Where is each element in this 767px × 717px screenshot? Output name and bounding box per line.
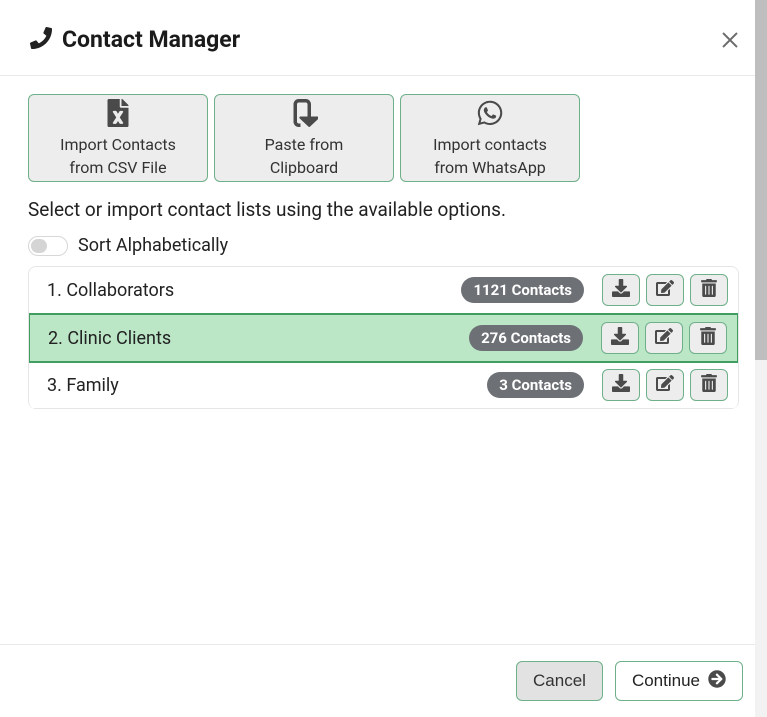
header: Contact Manager bbox=[0, 0, 767, 76]
paste-clipboard-button[interactable]: Paste from Clipboard bbox=[214, 94, 394, 182]
edit-icon bbox=[656, 279, 674, 301]
cancel-button[interactable]: Cancel bbox=[516, 661, 603, 701]
delete-button[interactable] bbox=[689, 322, 727, 354]
import-csv-line2: from CSV File bbox=[69, 158, 166, 177]
arrow-right-icon bbox=[708, 670, 726, 693]
phone-icon bbox=[30, 27, 52, 53]
trash-icon bbox=[699, 327, 717, 349]
close-icon[interactable] bbox=[719, 29, 741, 51]
footer: Cancel Continue bbox=[0, 644, 767, 717]
continue-label: Continue bbox=[632, 671, 700, 691]
delete-button[interactable] bbox=[690, 369, 728, 401]
trash-icon bbox=[700, 374, 718, 396]
delete-button[interactable] bbox=[690, 274, 728, 306]
clipboard-paste-icon bbox=[290, 99, 318, 131]
download-icon bbox=[612, 374, 630, 396]
import-csv-line1: Import Contacts bbox=[60, 135, 176, 154]
import-whatsapp-line1: Import contacts bbox=[433, 135, 547, 154]
paste-clipboard-line2: Clipboard bbox=[270, 158, 338, 177]
sort-label: Sort Alphabetically bbox=[78, 235, 228, 256]
edit-button[interactable] bbox=[646, 369, 684, 401]
list-item-name: 3. Family bbox=[47, 375, 119, 396]
download-button[interactable] bbox=[601, 322, 639, 354]
import-options: Import Contacts from CSV File Paste from… bbox=[28, 94, 739, 182]
edit-icon bbox=[656, 374, 674, 396]
list-item[interactable]: 1. Collaborators 1121 Contacts bbox=[29, 267, 738, 314]
list-item-name: 1. Collaborators bbox=[47, 280, 174, 301]
edit-icon bbox=[655, 327, 673, 349]
trash-icon bbox=[700, 279, 718, 301]
contacts-count-badge: 1121 Contacts bbox=[461, 277, 584, 303]
contacts-count-badge: 276 Contacts bbox=[469, 325, 583, 351]
page-title: Contact Manager bbox=[62, 26, 240, 53]
download-icon bbox=[611, 327, 629, 349]
instruction-text: Select or import contact lists using the… bbox=[28, 198, 739, 221]
download-button[interactable] bbox=[602, 369, 640, 401]
file-excel-icon bbox=[104, 99, 132, 131]
scrollbar-track[interactable] bbox=[755, 0, 767, 717]
list-item[interactable]: 3. Family 3 Contacts bbox=[29, 362, 738, 409]
download-icon bbox=[612, 279, 630, 301]
list-item[interactable]: 2. Clinic Clients 276 Contacts bbox=[28, 313, 739, 363]
edit-button[interactable] bbox=[645, 322, 683, 354]
edit-button[interactable] bbox=[646, 274, 684, 306]
download-button[interactable] bbox=[602, 274, 640, 306]
import-whatsapp-button[interactable]: Import contacts from WhatsApp bbox=[400, 94, 580, 182]
continue-button[interactable]: Continue bbox=[615, 661, 743, 701]
import-csv-button[interactable]: Import Contacts from CSV File bbox=[28, 94, 208, 182]
contacts-count-badge: 3 Contacts bbox=[487, 372, 584, 398]
whatsapp-icon bbox=[476, 99, 504, 131]
paste-clipboard-line1: Paste from bbox=[265, 135, 344, 154]
scrollbar-thumb[interactable] bbox=[755, 0, 767, 360]
cancel-label: Cancel bbox=[533, 671, 586, 691]
sort-toggle[interactable] bbox=[28, 236, 68, 256]
list-item-name: 2. Clinic Clients bbox=[48, 328, 171, 349]
contact-lists: 1. Collaborators 1121 Contacts 2. Clinic C… bbox=[28, 266, 739, 409]
import-whatsapp-line2: from WhatsApp bbox=[434, 158, 546, 177]
